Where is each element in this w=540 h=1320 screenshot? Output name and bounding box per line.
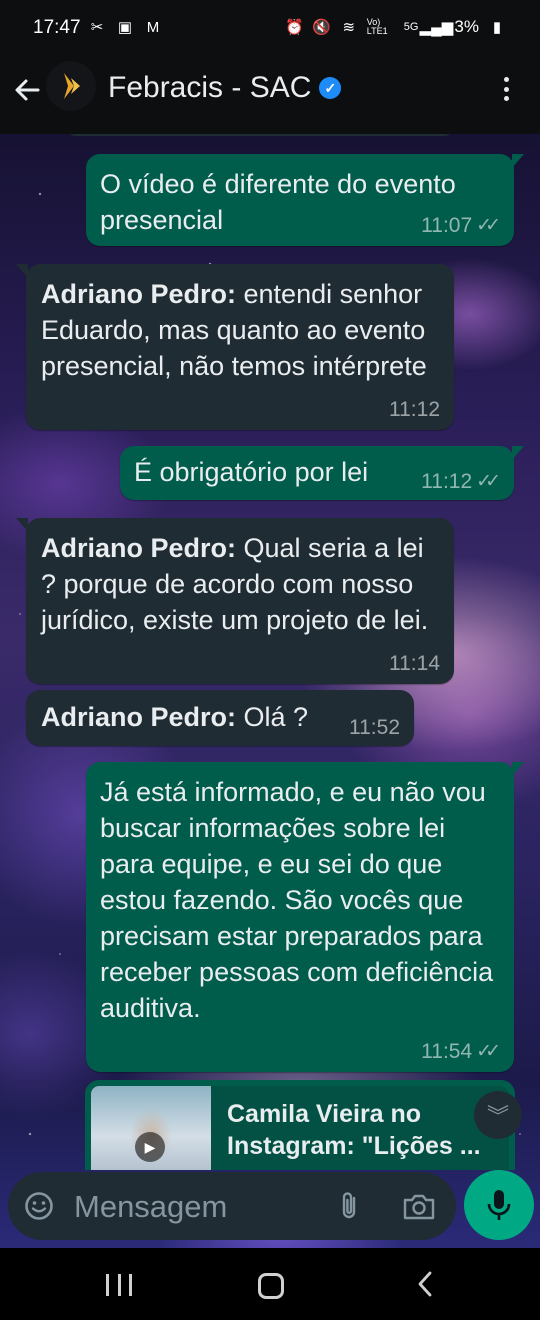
alarm-icon: ⏰: [285, 19, 305, 36]
camera-icon[interactable]: [402, 1192, 436, 1222]
message-text: Já está informado, e eu não vou buscar i…: [100, 777, 494, 1023]
mute-icon: 🔇: [312, 19, 332, 36]
volte-indicator: Vo) LTE1: [366, 17, 388, 36]
battery-charging-icon: ▮: [492, 19, 502, 36]
video-thumbnail: ▶: [91, 1086, 211, 1170]
message-bubble-outgoing[interactable]: O vídeo é diferente do evento presencial…: [86, 154, 524, 246]
paperclip-icon[interactable]: [334, 1190, 364, 1222]
back-arrow-icon[interactable]: [12, 75, 42, 105]
read-ticks-icon: ✓✓: [476, 471, 501, 492]
message-time: 11:54: [421, 1040, 473, 1063]
play-icon: ▶: [135, 1132, 165, 1162]
message-time: 11:14: [389, 652, 440, 675]
previous-message-bubble: [66, 134, 454, 136]
battery-percent: 3%: [454, 17, 479, 36]
wifi-icon: ≋: [342, 19, 356, 36]
message-bubble-incoming[interactable]: Adriano Pedro: entendi senhor Eduardo, m…: [16, 264, 454, 430]
status-bar: 17:47 ✂ ▣ M ⏰ 🔇 ≋ Vo) LTE1 5G ▂▄▆ 3% ▮: [0, 0, 540, 58]
sender-name: Adriano Pedro:: [41, 533, 237, 563]
more-options-icon[interactable]: [496, 74, 516, 104]
message-time: 11:07: [421, 214, 473, 237]
voice-message-button[interactable]: [464, 1170, 534, 1240]
message-time: 11:12: [421, 470, 473, 493]
message-bubble-outgoing[interactable]: É obrigatório por lei 11:12 ✓✓: [120, 446, 524, 500]
back-icon[interactable]: [414, 1270, 436, 1298]
sender-name: Adriano Pedro:: [41, 279, 237, 309]
message-input[interactable]: [72, 1184, 316, 1230]
chat-area[interactable]: O vídeo é diferente do evento presencial…: [0, 134, 540, 1248]
home-icon[interactable]: [258, 1273, 284, 1299]
double-chevron-down-icon: ︾: [486, 1104, 509, 1129]
emoji-icon[interactable]: [24, 1191, 54, 1221]
message-text: Olá ?: [236, 702, 309, 732]
status-time: 17:47: [33, 17, 81, 38]
chat-title[interactable]: Febracis - SAC ✓: [108, 71, 342, 105]
read-ticks-icon: ✓✓: [476, 215, 501, 236]
avatar[interactable]: [46, 61, 96, 111]
recent-apps-icon[interactable]: [106, 1274, 132, 1296]
read-ticks-icon: ✓✓: [476, 1041, 501, 1062]
contact-name: Febracis - SAC: [108, 71, 312, 104]
message-bubble-incoming[interactable]: Adriano Pedro: Olá ? 11:52: [26, 690, 414, 746]
message-bubble-outgoing[interactable]: Já está informado, e eu não vou buscar i…: [86, 762, 524, 1072]
febracis-logo-icon: [64, 73, 80, 99]
link-preview-title: Camila Vieira no Instagram: "Lições ...: [227, 1100, 481, 1160]
system-navigation-bar: [0, 1248, 540, 1320]
scroll-to-bottom-button[interactable]: ︾: [474, 1091, 522, 1139]
link-preview-card[interactable]: ▶ Camila Vieira no Instagram: "Lições ..…: [85, 1080, 515, 1170]
missed-call-icon: ✂: [90, 19, 104, 36]
sender-name: Adriano Pedro:: [41, 702, 237, 732]
signal-icon: ▂▄▆: [419, 19, 454, 36]
microphone-icon: [487, 1190, 511, 1220]
app-notification-icon: ▣: [117, 19, 133, 36]
message-text: O vídeo é diferente do evento presencial: [100, 169, 456, 235]
network-type: 5G: [403, 21, 419, 33]
message-time: 11:52: [349, 716, 400, 739]
verified-badge-icon: ✓: [319, 77, 342, 99]
message-bubble-incoming[interactable]: Adriano Pedro: Qual seria a lei ? porque…: [16, 518, 454, 684]
gmail-icon: M: [146, 18, 160, 36]
message-text: É obrigatório por lei: [134, 457, 369, 487]
message-composer: [8, 1172, 456, 1240]
message-time: 11:12: [389, 398, 440, 421]
chat-header: Febracis - SAC ✓: [0, 58, 540, 134]
